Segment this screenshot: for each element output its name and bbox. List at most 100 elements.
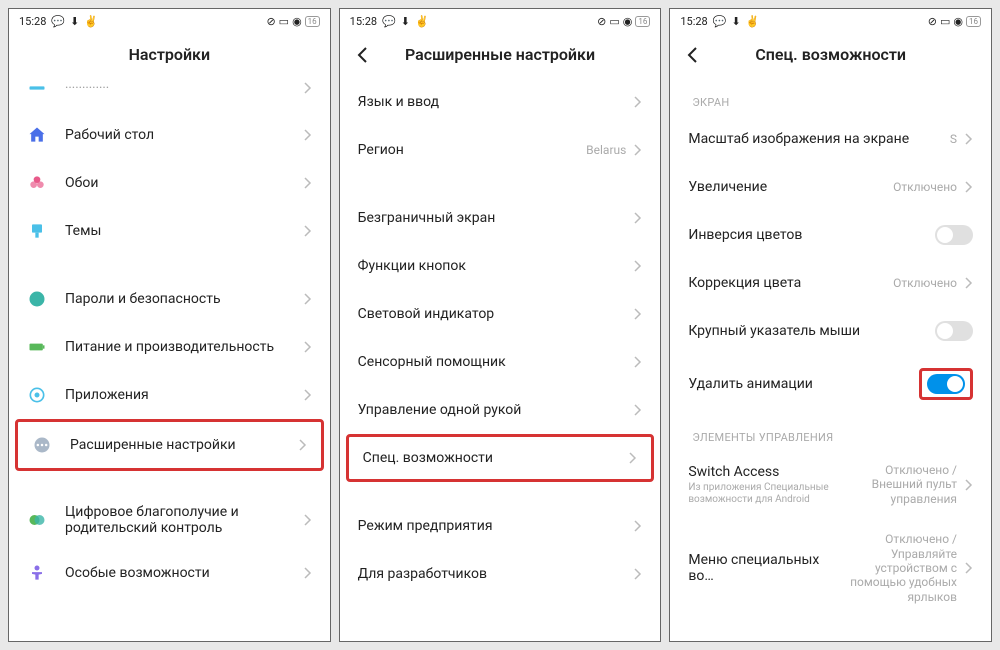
row-label: Управление одной рукой <box>358 402 635 418</box>
row-value: Отключено <box>893 276 957 290</box>
list-item-display-scale[interactable]: Масштаб изображения на экране S <box>674 115 987 163</box>
list-item-developer[interactable]: Для разработчиков <box>344 550 657 598</box>
list-item-fullscreen[interactable]: Безграничный экран <box>344 194 657 242</box>
row-label: Switch Access <box>688 464 837 480</box>
header: Расширенные настройки <box>340 31 661 78</box>
list-item-enterprise[interactable]: Режим предприятия <box>344 502 657 550</box>
list-item-advanced[interactable]: Расширенные настройки <box>15 419 324 471</box>
download-icon: ⬇ <box>401 15 410 28</box>
list-item-wellbeing[interactable]: Цифровое благополучие и родительский кон… <box>13 491 326 549</box>
list-item-region[interactable]: Регион Belarus <box>344 126 657 174</box>
list-item-apps[interactable]: Приложения <box>13 371 326 419</box>
wifi-icon: ◉ <box>623 15 633 28</box>
accessibility-icon <box>27 563 47 583</box>
row-label: Спец. возможности <box>363 450 630 466</box>
phone-settings: 15:28 💬 ⬇ ✌ ⊘ ▭ ◉ 16 Настройки ·········… <box>8 8 331 642</box>
list-item-security[interactable]: Пароли и безопасность <box>13 275 326 323</box>
mute-icon: ⊘ <box>928 15 937 28</box>
mute-icon: ⊘ <box>266 15 275 28</box>
list-item-accessibility-menu[interactable]: Меню специальных во… Отключено / Управля… <box>674 519 987 617</box>
chevron-right-icon <box>304 341 312 353</box>
list-item-onehand[interactable]: Управление одной рукой <box>344 386 657 434</box>
chevron-right-icon <box>634 260 642 272</box>
row-label: Масштаб изображения на экране <box>688 131 950 147</box>
status-time: 15:28 <box>19 15 46 28</box>
list-item-led[interactable]: Световой индикатор <box>344 290 657 338</box>
chevron-right-icon <box>304 225 312 237</box>
chevron-right-icon <box>304 293 312 305</box>
list-item-cut[interactable]: ············· <box>13 78 326 111</box>
row-value: S <box>950 132 957 146</box>
row-label: Цифровое благополучие и родительский кон… <box>65 504 304 536</box>
page-title: Настройки <box>129 45 211 64</box>
chevron-right-icon <box>304 177 312 189</box>
content-list[interactable]: ЭКРАН Масштаб изображения на экране S Ув… <box>670 78 991 641</box>
status-bar: 15:28 💬 ⬇ ✌ ⊘ ▭ ◉ 16 <box>670 9 991 31</box>
chevron-right-icon <box>304 389 312 401</box>
row-label: Питание и производительность <box>65 339 304 355</box>
row-label: Функции кнопок <box>358 258 635 274</box>
list-item-accessibility[interactable]: Спец. возможности <box>346 434 655 482</box>
toggle-color-inversion[interactable] <box>935 225 973 245</box>
battery-badge: 16 <box>966 16 981 27</box>
row-label: Сенсорный помощник <box>358 354 635 370</box>
page-title: Спец. возможности <box>755 45 906 64</box>
list-item-buttons[interactable]: Функции кнопок <box>344 242 657 290</box>
wifi-icon: ◉ <box>953 15 963 28</box>
row-label: Коррекция цвета <box>688 275 893 291</box>
list-item-color-inversion[interactable]: Инверсия цветов <box>674 211 987 259</box>
chevron-right-icon <box>634 356 642 368</box>
list-item-switch-access[interactable]: Switch Access Из приложения Специальные … <box>674 450 987 519</box>
list-item-color-correction[interactable]: Коррекция цвета Отключено <box>674 259 987 307</box>
list-item-themes[interactable]: Темы <box>13 207 326 255</box>
chevron-right-icon <box>299 439 307 451</box>
chevron-right-icon <box>629 452 637 464</box>
chevron-right-icon <box>634 568 642 580</box>
row-label: Режим предприятия <box>358 518 635 534</box>
row-label: Особые возможности <box>65 565 304 581</box>
vibrate-icon: ▭ <box>279 15 289 28</box>
list-item-touch-assistant[interactable]: Сенсорный помощник <box>344 338 657 386</box>
header: Настройки <box>9 31 330 78</box>
list-item-special[interactable]: Особые возможности <box>13 549 326 597</box>
content-list[interactable]: ············· Рабочий стол Обои Темы Пар… <box>9 78 330 641</box>
list-item-home[interactable]: Рабочий стол <box>13 111 326 159</box>
chevron-right-icon <box>965 133 973 145</box>
row-label: Световой индикатор <box>358 306 635 322</box>
home-icon <box>27 125 47 145</box>
row-value: Отключено <box>893 180 957 194</box>
toggle-large-pointer[interactable] <box>935 321 973 341</box>
hand-icon: ✌ <box>746 15 760 28</box>
row-label: Темы <box>65 223 304 239</box>
row-label: Регион <box>358 142 587 158</box>
gear-icon <box>27 385 47 405</box>
page-title: Расширенные настройки <box>405 45 595 64</box>
back-button[interactable] <box>686 46 698 64</box>
download-icon: ⬇ <box>70 15 79 28</box>
row-value: Отключено / Управляйте устройством с пом… <box>837 532 957 604</box>
chat-icon: 💬 <box>713 15 727 28</box>
phone-advanced: 15:28 💬 ⬇ ✌ ⊘ ▭ ◉ 16 Расширенные настрой… <box>339 8 662 642</box>
chevron-right-icon <box>634 212 642 224</box>
list-item-remove-animations[interactable]: Удалить анимации <box>674 355 987 413</box>
list-item-large-pointer[interactable]: Крупный указатель мыши <box>674 307 987 355</box>
phone-accessibility: 15:28 💬 ⬇ ✌ ⊘ ▭ ◉ 16 Спец. возможности Э… <box>669 8 992 642</box>
chevron-right-icon <box>304 567 312 579</box>
list-item-magnification[interactable]: Увеличение Отключено <box>674 163 987 211</box>
row-label: Инверсия цветов <box>688 227 935 243</box>
row-label: Язык и ввод <box>358 94 635 110</box>
highlight-box <box>919 368 973 400</box>
list-item-wallpaper[interactable]: Обои <box>13 159 326 207</box>
content-list[interactable]: Язык и ввод Регион Belarus Безграничный … <box>340 78 661 641</box>
list-item-language[interactable]: Язык и ввод <box>344 78 657 126</box>
leaf-icon <box>27 510 47 530</box>
vibrate-icon: ▭ <box>609 15 619 28</box>
row-label: Меню специальных во… <box>688 552 837 584</box>
chevron-right-icon <box>634 520 642 532</box>
toggle-remove-animations[interactable] <box>927 374 965 394</box>
list-item-battery[interactable]: Питание и производительность <box>13 323 326 371</box>
header: Спец. возможности <box>670 31 991 78</box>
back-button[interactable] <box>356 46 368 64</box>
section-header-screen: ЭКРАН <box>674 78 987 115</box>
status-bar: 15:28 💬 ⬇ ✌ ⊘ ▭ ◉ 16 <box>9 9 330 31</box>
